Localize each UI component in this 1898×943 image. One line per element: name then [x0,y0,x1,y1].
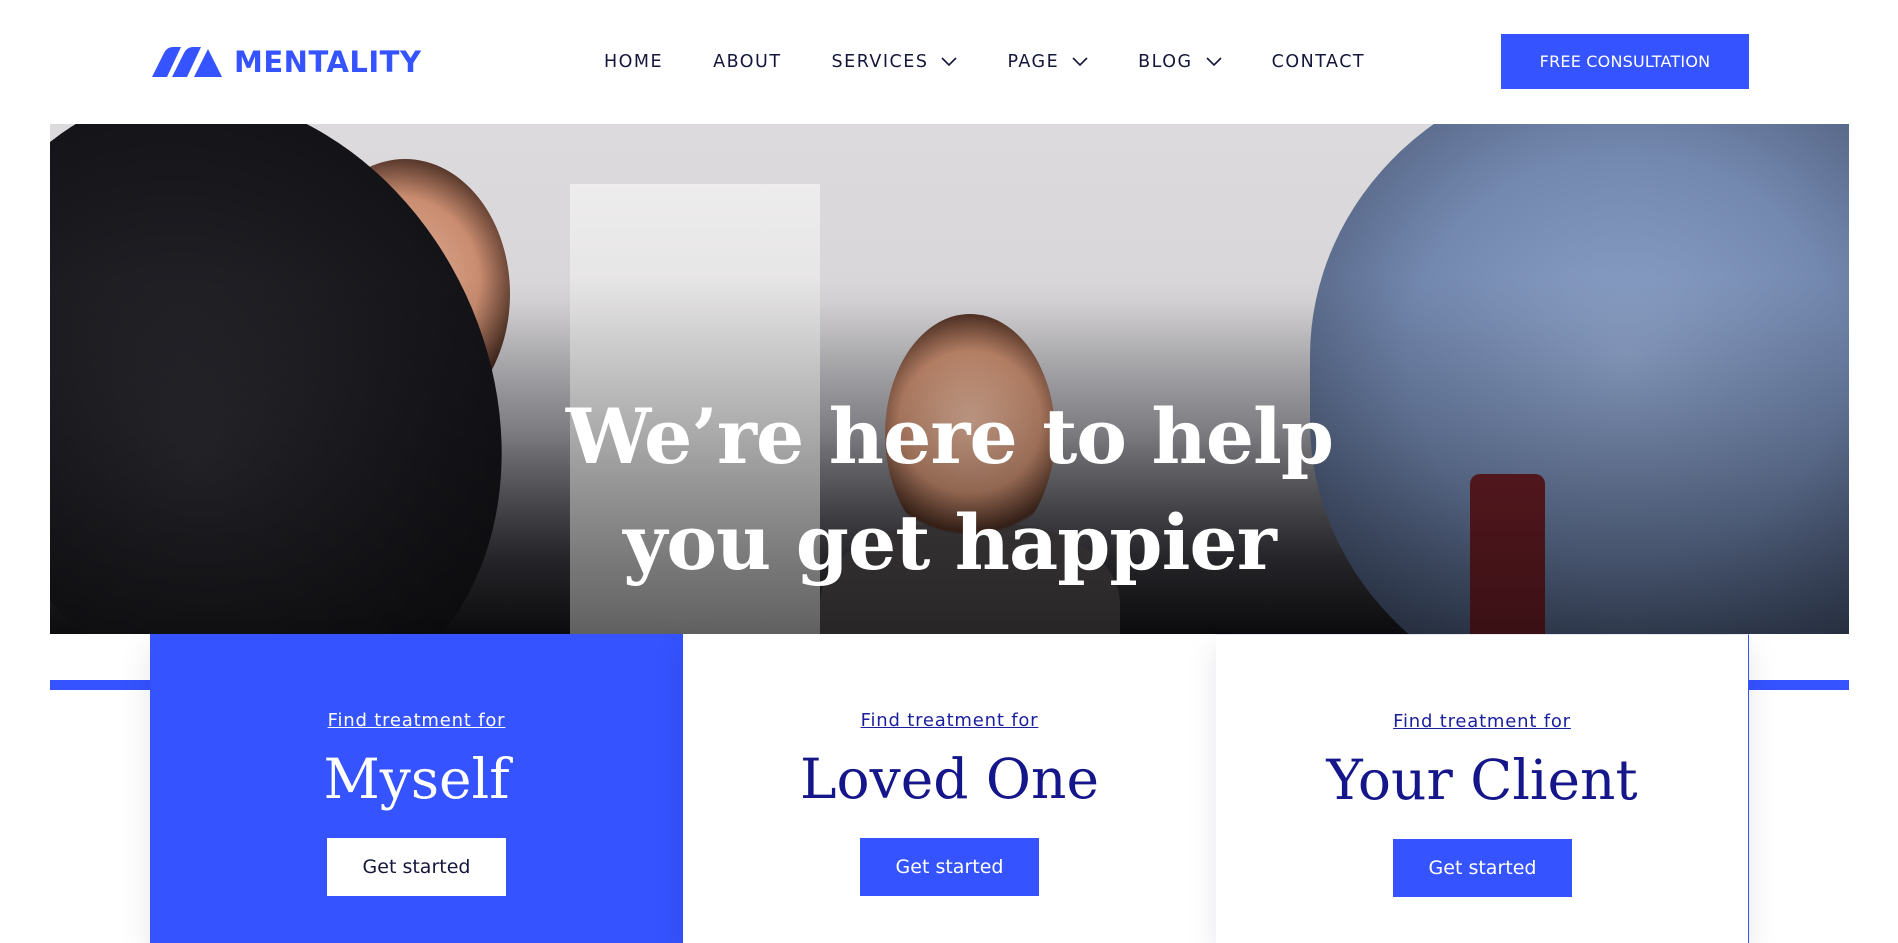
nav-item-label: HOME [604,52,664,72]
get-started-button[interactable]: Get started [327,838,506,896]
nav-item-services[interactable]: SERVICES [832,52,958,72]
nav-item-page[interactable]: PAGE [1007,52,1088,72]
treatment-card-loved-one: Find treatment for Loved One Get started [683,634,1216,943]
chevron-down-icon [1206,57,1222,67]
nav-item-label: BLOG [1138,52,1193,72]
nav-item-home[interactable]: HOME [604,52,663,72]
treatment-card-link[interactable]: Find treatment for [683,710,1216,731]
get-started-button[interactable]: Get started [1393,839,1572,897]
hero-banner: We’re here to help you get happier [50,124,1849,634]
mentality-logo-icon [152,47,222,77]
hero-title-line: you get happier [623,498,1277,587]
nav-item-about[interactable]: ABOUT [713,52,781,72]
treatment-card-title: Loved One [799,747,1099,811]
site-header: MENTALITY HOME ABOUT SERVICES PAGE BLOG … [0,0,1898,124]
treatment-card-myself: Find treatment for Myself Get started [150,634,683,943]
nav-item-label: ABOUT [713,52,782,72]
nav-item-blog[interactable]: BLOG [1138,52,1222,72]
chevron-down-icon [941,57,958,67]
treatment-card-title: Your Client [1326,748,1638,812]
nav-item-label: CONTACT [1271,52,1366,72]
treatment-card-link[interactable]: Find treatment for [1216,711,1748,732]
treatment-card-your-client: Find treatment for Your Client Get start… [1216,634,1749,943]
treatment-card-link[interactable]: Find treatment for [150,710,683,731]
treatment-card-title: Myself [323,747,510,811]
hero-title: We’re here to help you get happier [50,384,1849,596]
brand-logo[interactable]: MENTALITY [150,46,421,78]
nav-item-label: PAGE [1007,52,1060,72]
treatment-cards: Find treatment for Myself Get started Fi… [150,634,1750,943]
nav-item-label: SERVICES [831,52,929,72]
brand-name: MENTALITY [234,45,422,79]
nav-item-contact[interactable]: CONTACT [1272,52,1366,72]
chevron-down-icon [1072,57,1088,67]
get-started-button[interactable]: Get started [860,838,1039,896]
main-nav: HOME ABOUT SERVICES PAGE BLOG CONTACT [604,48,1365,76]
free-consultation-button[interactable]: FREE CONSULTATION [1501,34,1749,89]
hero-title-line: We’re here to help [565,392,1334,481]
